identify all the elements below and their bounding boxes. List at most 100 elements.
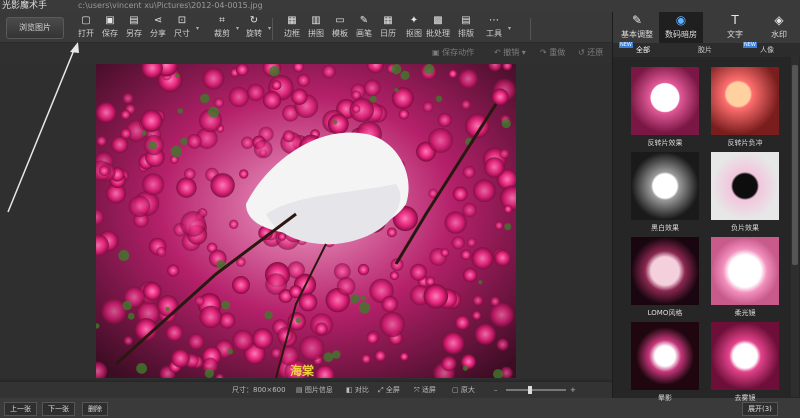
actual-size-button[interactable]: ▢ 原大 bbox=[452, 384, 475, 396]
restore-button[interactable]: ↺ 还原 bbox=[578, 46, 603, 60]
compare-label: 对比 bbox=[354, 386, 369, 394]
tab-text[interactable]: T 文字 bbox=[713, 12, 757, 43]
tool-crop-button[interactable]: ⌗ 裁剪 ▾ bbox=[208, 14, 239, 42]
compare-button[interactable]: ◧ 对比 bbox=[346, 384, 369, 396]
effect-category-label: 人像 bbox=[760, 46, 774, 54]
fullscreen-button[interactable]: ⤢ 全屏 bbox=[378, 384, 400, 396]
title-bar: 光影魔术手 c:\users\vincent xu\Pictures\2012-… bbox=[0, 0, 800, 12]
effect-thumbnail[interactable] bbox=[711, 152, 779, 220]
layout-icon: ▤ bbox=[461, 15, 471, 26]
effect-thumbnail[interactable] bbox=[711, 67, 779, 135]
effect-thumbnail[interactable] bbox=[631, 322, 699, 390]
effect-category-tabs: 全部 NEW 胶片 人像 NEW bbox=[613, 42, 800, 57]
effect-thumbnail[interactable] bbox=[631, 67, 699, 135]
resize-icon: ⊡ bbox=[177, 15, 187, 26]
tab-label: 水印 bbox=[771, 30, 787, 39]
tool-size-button[interactable]: ⊡ 尺寸 ▾ bbox=[168, 14, 199, 42]
zoom-in-icon[interactable]: + bbox=[570, 384, 576, 396]
new-badge: NEW bbox=[619, 42, 633, 48]
undo-label: 撤销 bbox=[503, 48, 520, 57]
photo-illustration bbox=[96, 64, 516, 378]
save-action-button[interactable]: ▣ 保存动作 bbox=[432, 46, 474, 60]
calendar-icon: ▦ bbox=[383, 15, 393, 26]
photo-caption: 海棠 bbox=[290, 364, 315, 378]
zoom-slider-handle[interactable] bbox=[528, 386, 532, 394]
prev-image-button[interactable]: 上一张 bbox=[4, 402, 37, 416]
new-badge: NEW bbox=[743, 42, 757, 48]
effect-category-label: 全部 bbox=[636, 46, 650, 54]
effect-label: 柔光镜 bbox=[734, 309, 756, 317]
main-toolbar: 浏览图片 ▢ 打开 ▣ 保存 ▤ 另存 ⋖ 分享 ⊡ 尺寸 ▾ ⌗ 裁剪 ▾ ↻ 旋转 ▾ ▦ 边框 ▥ 拼图 ▭ 模板 ✎ 画… bbox=[0, 12, 612, 43]
expand-button[interactable]: 展开(3) bbox=[742, 402, 778, 416]
redo-button[interactable]: ↷ 重做 bbox=[540, 46, 565, 60]
watermark-icon: ◈ bbox=[774, 13, 784, 27]
tool-tools-button[interactable]: ⋯ 工具 ▾ bbox=[480, 14, 511, 42]
effect-label: 黑白效果 bbox=[651, 224, 679, 232]
undo-button[interactable]: ↶ 撤销 ▾ bbox=[494, 46, 526, 60]
fullscreen-label: 全屏 bbox=[385, 386, 400, 394]
tool-label: 裁剪 bbox=[214, 29, 230, 38]
right-panel-tabs: ✎ 基本调整 ◉ 数码暗房 T 文字 ◈ 水印 bbox=[613, 12, 800, 43]
tool-label: 尺寸 bbox=[174, 29, 190, 38]
camera-icon: ◉ bbox=[675, 13, 687, 27]
effect-thumbnail[interactable] bbox=[631, 237, 699, 305]
tab-label: 基本调整 bbox=[621, 30, 653, 39]
actual-size-label: 原大 bbox=[460, 386, 475, 394]
toolbar-divider bbox=[530, 18, 531, 40]
chevron-down-icon[interactable]: ▾ bbox=[508, 25, 511, 32]
redo-label: 重做 bbox=[549, 48, 566, 57]
photo-image[interactable] bbox=[96, 64, 516, 378]
tool-rotate-button[interactable]: ↻ 旋转 ▾ bbox=[240, 14, 271, 42]
effect-label: 去雾镜 bbox=[734, 394, 756, 402]
effect-gallery-scrollbar[interactable] bbox=[791, 57, 799, 397]
tool-label: 排版 bbox=[458, 29, 474, 38]
tool-label: 旋转 bbox=[246, 29, 262, 38]
fit-label: 适屏 bbox=[421, 386, 436, 394]
fit-screen-button[interactable]: ⤧ 适屏 bbox=[414, 384, 436, 396]
browse-images-button[interactable]: 浏览图片 bbox=[6, 17, 64, 39]
restore-label: 还原 bbox=[587, 48, 604, 57]
effect-thumbnail[interactable] bbox=[711, 237, 779, 305]
tool-label: 工具 bbox=[486, 29, 502, 38]
image-info-label: 图片信息 bbox=[304, 386, 333, 394]
tab-watermark[interactable]: ◈ 水印 bbox=[757, 12, 800, 43]
tool-label: 日历 bbox=[380, 29, 396, 38]
effect-label: LOMO风格 bbox=[647, 309, 683, 317]
effect-category-tab[interactable]: 人像 NEW bbox=[737, 42, 797, 57]
zoom-out-icon[interactable]: – bbox=[494, 384, 498, 396]
effect-label: 晕影 bbox=[658, 394, 672, 402]
tab-digital[interactable]: ◉ 数码暗房 bbox=[659, 12, 703, 43]
effect-label: 负片效果 bbox=[731, 224, 759, 232]
chevron-down-icon[interactable]: ▾ bbox=[196, 25, 199, 32]
next-image-button[interactable]: 下一张 bbox=[42, 402, 75, 416]
adjust-icon: ✎ bbox=[631, 13, 643, 27]
zoom-slider[interactable] bbox=[506, 386, 566, 394]
toolbar-divider bbox=[272, 18, 273, 40]
app-title: 光影魔术手 bbox=[2, 1, 48, 11]
effect-label: 反转片负冲 bbox=[727, 139, 763, 147]
save-action-label: 保存动作 bbox=[442, 48, 475, 57]
tab-label: 数码暗房 bbox=[665, 30, 697, 39]
right-panel: ✎ 基本调整 ◉ 数码暗房 T 文字 ◈ 水印 全部 NEW 胶片 人像 NEW 反转片效果 反转片负冲… bbox=[612, 12, 800, 402]
scrollbar-thumb[interactable] bbox=[792, 65, 798, 265]
file-path: c:\users\vincent xu\Pictures\2012-04-001… bbox=[78, 1, 263, 10]
tool-layout-button[interactable]: ▤ 排版 bbox=[452, 14, 480, 42]
effect-category-tab[interactable]: 胶片 bbox=[675, 43, 735, 57]
effect-category-tab[interactable]: 全部 NEW bbox=[613, 42, 673, 57]
tool-calendar-button[interactable]: ▦ 日历 bbox=[374, 14, 402, 42]
text-icon: T bbox=[731, 13, 739, 27]
status-bar: 尺寸：800×600 ▤ 图片信息 ◧ 对比 ⤢ 全屏 ⤧ 适屏 ▢ 原大 – … bbox=[0, 381, 612, 398]
tab-basic[interactable]: ✎ 基本调整 bbox=[615, 12, 659, 43]
batch-icon: ▩ bbox=[433, 15, 443, 26]
effect-label: 反转片效果 bbox=[647, 139, 683, 147]
delete-button[interactable]: 删除 bbox=[82, 402, 108, 416]
effect-thumbnail[interactable] bbox=[711, 322, 779, 390]
chevron-down-icon[interactable]: ▾ bbox=[236, 25, 239, 32]
chevron-down-icon[interactable]: ▾ bbox=[268, 25, 271, 32]
more-icon: ⋯ bbox=[489, 15, 499, 26]
image-info-button[interactable]: ▤ 图片信息 bbox=[296, 384, 333, 396]
tool-batch-button[interactable]: ▩ 批处理 bbox=[424, 14, 452, 42]
crop-icon: ⌗ bbox=[219, 15, 225, 26]
image-size: 尺寸：800×600 bbox=[232, 386, 286, 394]
effect-thumbnail[interactable] bbox=[631, 152, 699, 220]
